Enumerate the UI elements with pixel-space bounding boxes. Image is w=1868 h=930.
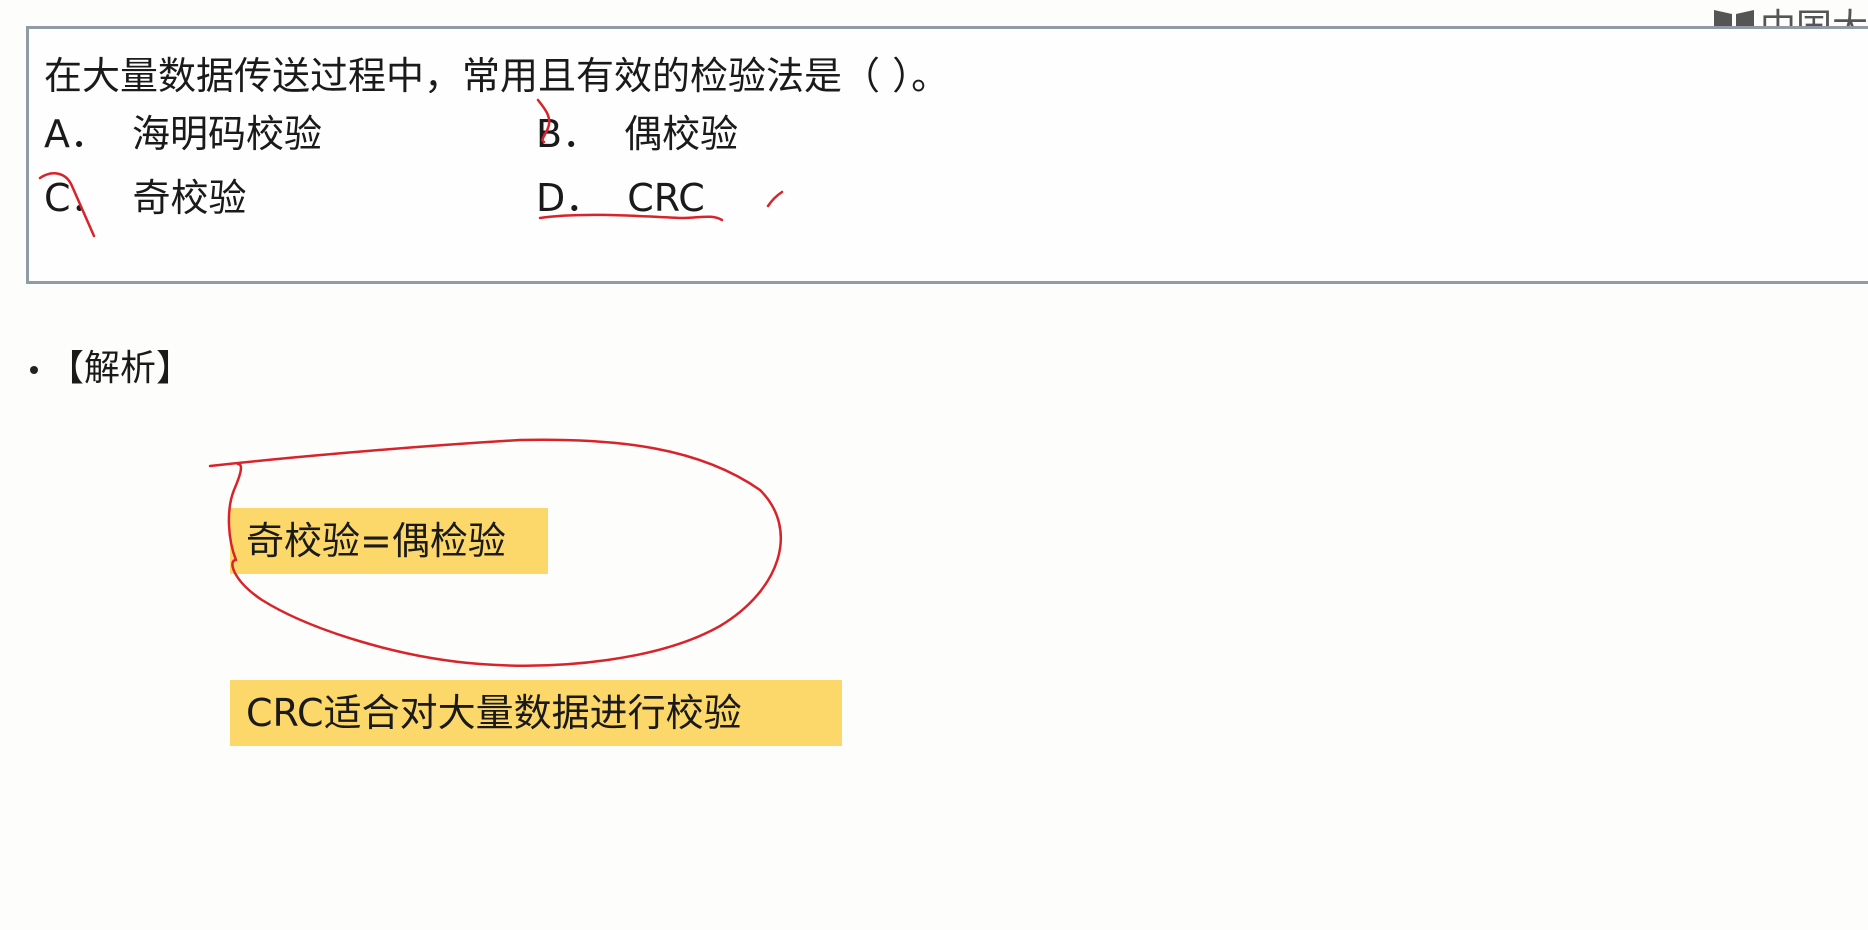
option-b: B． 偶校验 [536,108,738,160]
option-a-text: 海明码校验 [132,112,323,156]
option-d-letter: D． [536,176,604,220]
bullet-icon [30,366,38,374]
slide: 中国大 在大量数据传送过程中，常用且有效的检验法是（ ）。 A．海明码校验 B．… [0,0,1868,930]
question-stem: 在大量数据传送过程中，常用且有效的检验法是（ ）。 [44,54,950,98]
option-d: D． CRC [536,172,705,224]
analysis-heading: 【解析】 [30,345,192,393]
option-b-letter: B． [536,112,601,156]
option-c: C． 奇校验 [44,172,247,224]
note-parity: 奇校验=偶检验 [230,508,548,574]
option-c-text: 奇校验 [132,176,247,220]
option-d-text: CRC [627,176,705,220]
note-crc: CRC适合对大量数据进行校验 [230,680,842,746]
analysis-heading-text: 【解析】 [48,348,193,389]
option-c-letter: C． [44,176,109,220]
option-a: A． 海明码校验 [44,108,322,160]
option-b-text: 偶校验 [624,112,739,156]
option-a-letter: A． [44,112,108,156]
